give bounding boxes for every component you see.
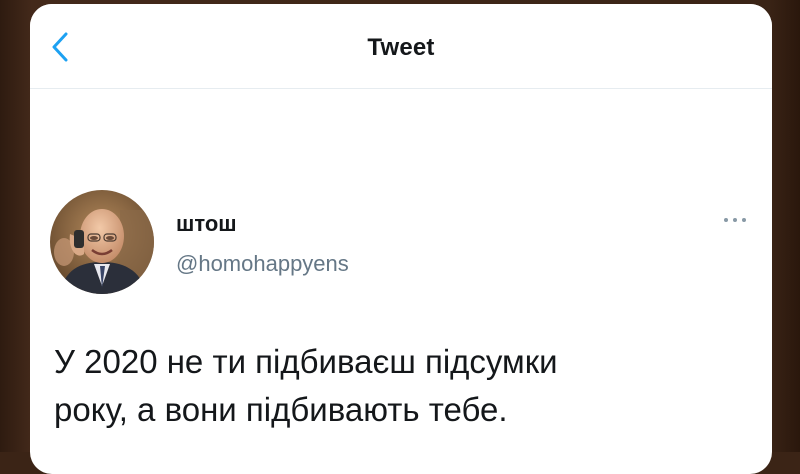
tweet-text-line: року, а вони підбивають тебе. bbox=[54, 391, 508, 428]
tweet-text: У 2020 не ти підбиваєш підсумки року, а … bbox=[54, 338, 754, 434]
author-handle[interactable]: @homohappyens bbox=[176, 251, 349, 277]
page-title: Tweet bbox=[367, 34, 435, 61]
avatar[interactable] bbox=[50, 190, 154, 294]
more-options-button[interactable] bbox=[720, 212, 750, 228]
avatar-photo bbox=[50, 190, 154, 294]
top-navigation-bar: Tweet bbox=[30, 4, 772, 89]
tweet-screen: Tweet штош @homohappyens У 2020 не ти пі… bbox=[30, 4, 772, 474]
photo-background: Tweet штош @homohappyens У 2020 не ти пі… bbox=[0, 0, 800, 474]
author-display-name[interactable]: штош bbox=[176, 211, 237, 237]
tweet-text-line: У 2020 не ти підбиваєш підсумки bbox=[54, 343, 558, 380]
more-horizontal-icon bbox=[724, 218, 746, 222]
